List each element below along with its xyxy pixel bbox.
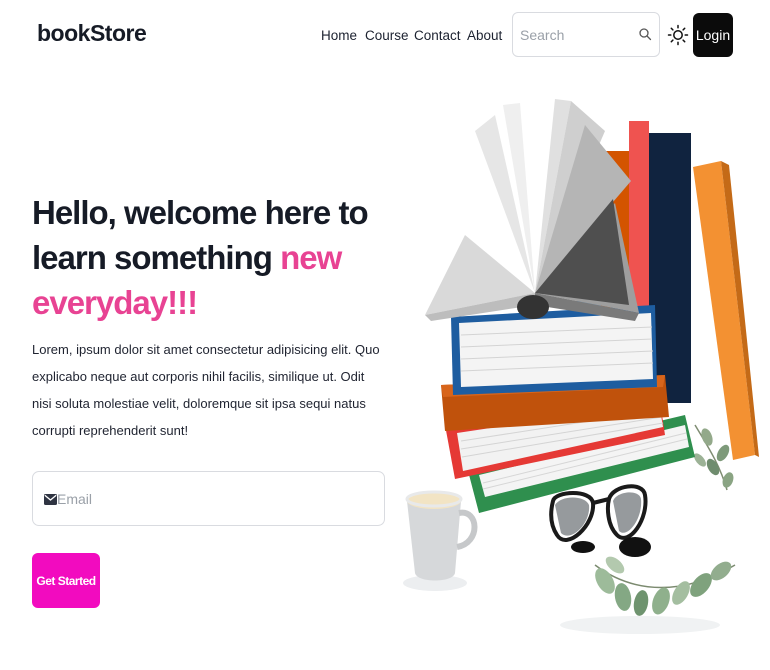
sun-icon[interactable] — [667, 24, 689, 46]
nav-link-contact[interactable]: Contact — [414, 28, 461, 43]
email-input[interactable] — [57, 487, 357, 511]
nav-link-home[interactable]: Home — [321, 28, 357, 43]
nav-link-course[interactable]: Course — [365, 28, 409, 43]
search-icon[interactable] — [638, 27, 652, 41]
envelope-icon — [44, 494, 57, 505]
hero-heading: Hello, welcome here to learn something n… — [32, 190, 412, 325]
logo[interactable]: bookStore — [37, 20, 147, 47]
books-stack-illustration — [403, 99, 759, 634]
nav-link-about[interactable]: About — [467, 28, 502, 43]
get-started-button[interactable]: Get Started — [32, 553, 100, 608]
hero-description: Lorem, ipsum dolor sit amet consectetur … — [32, 342, 380, 438]
search-input[interactable] — [520, 23, 632, 47]
login-button[interactable]: Login — [693, 13, 733, 57]
email-field-box — [32, 471, 385, 526]
navbar: bookStore Home Course Contact About Logi… — [0, 0, 770, 72]
search-box — [512, 12, 660, 57]
